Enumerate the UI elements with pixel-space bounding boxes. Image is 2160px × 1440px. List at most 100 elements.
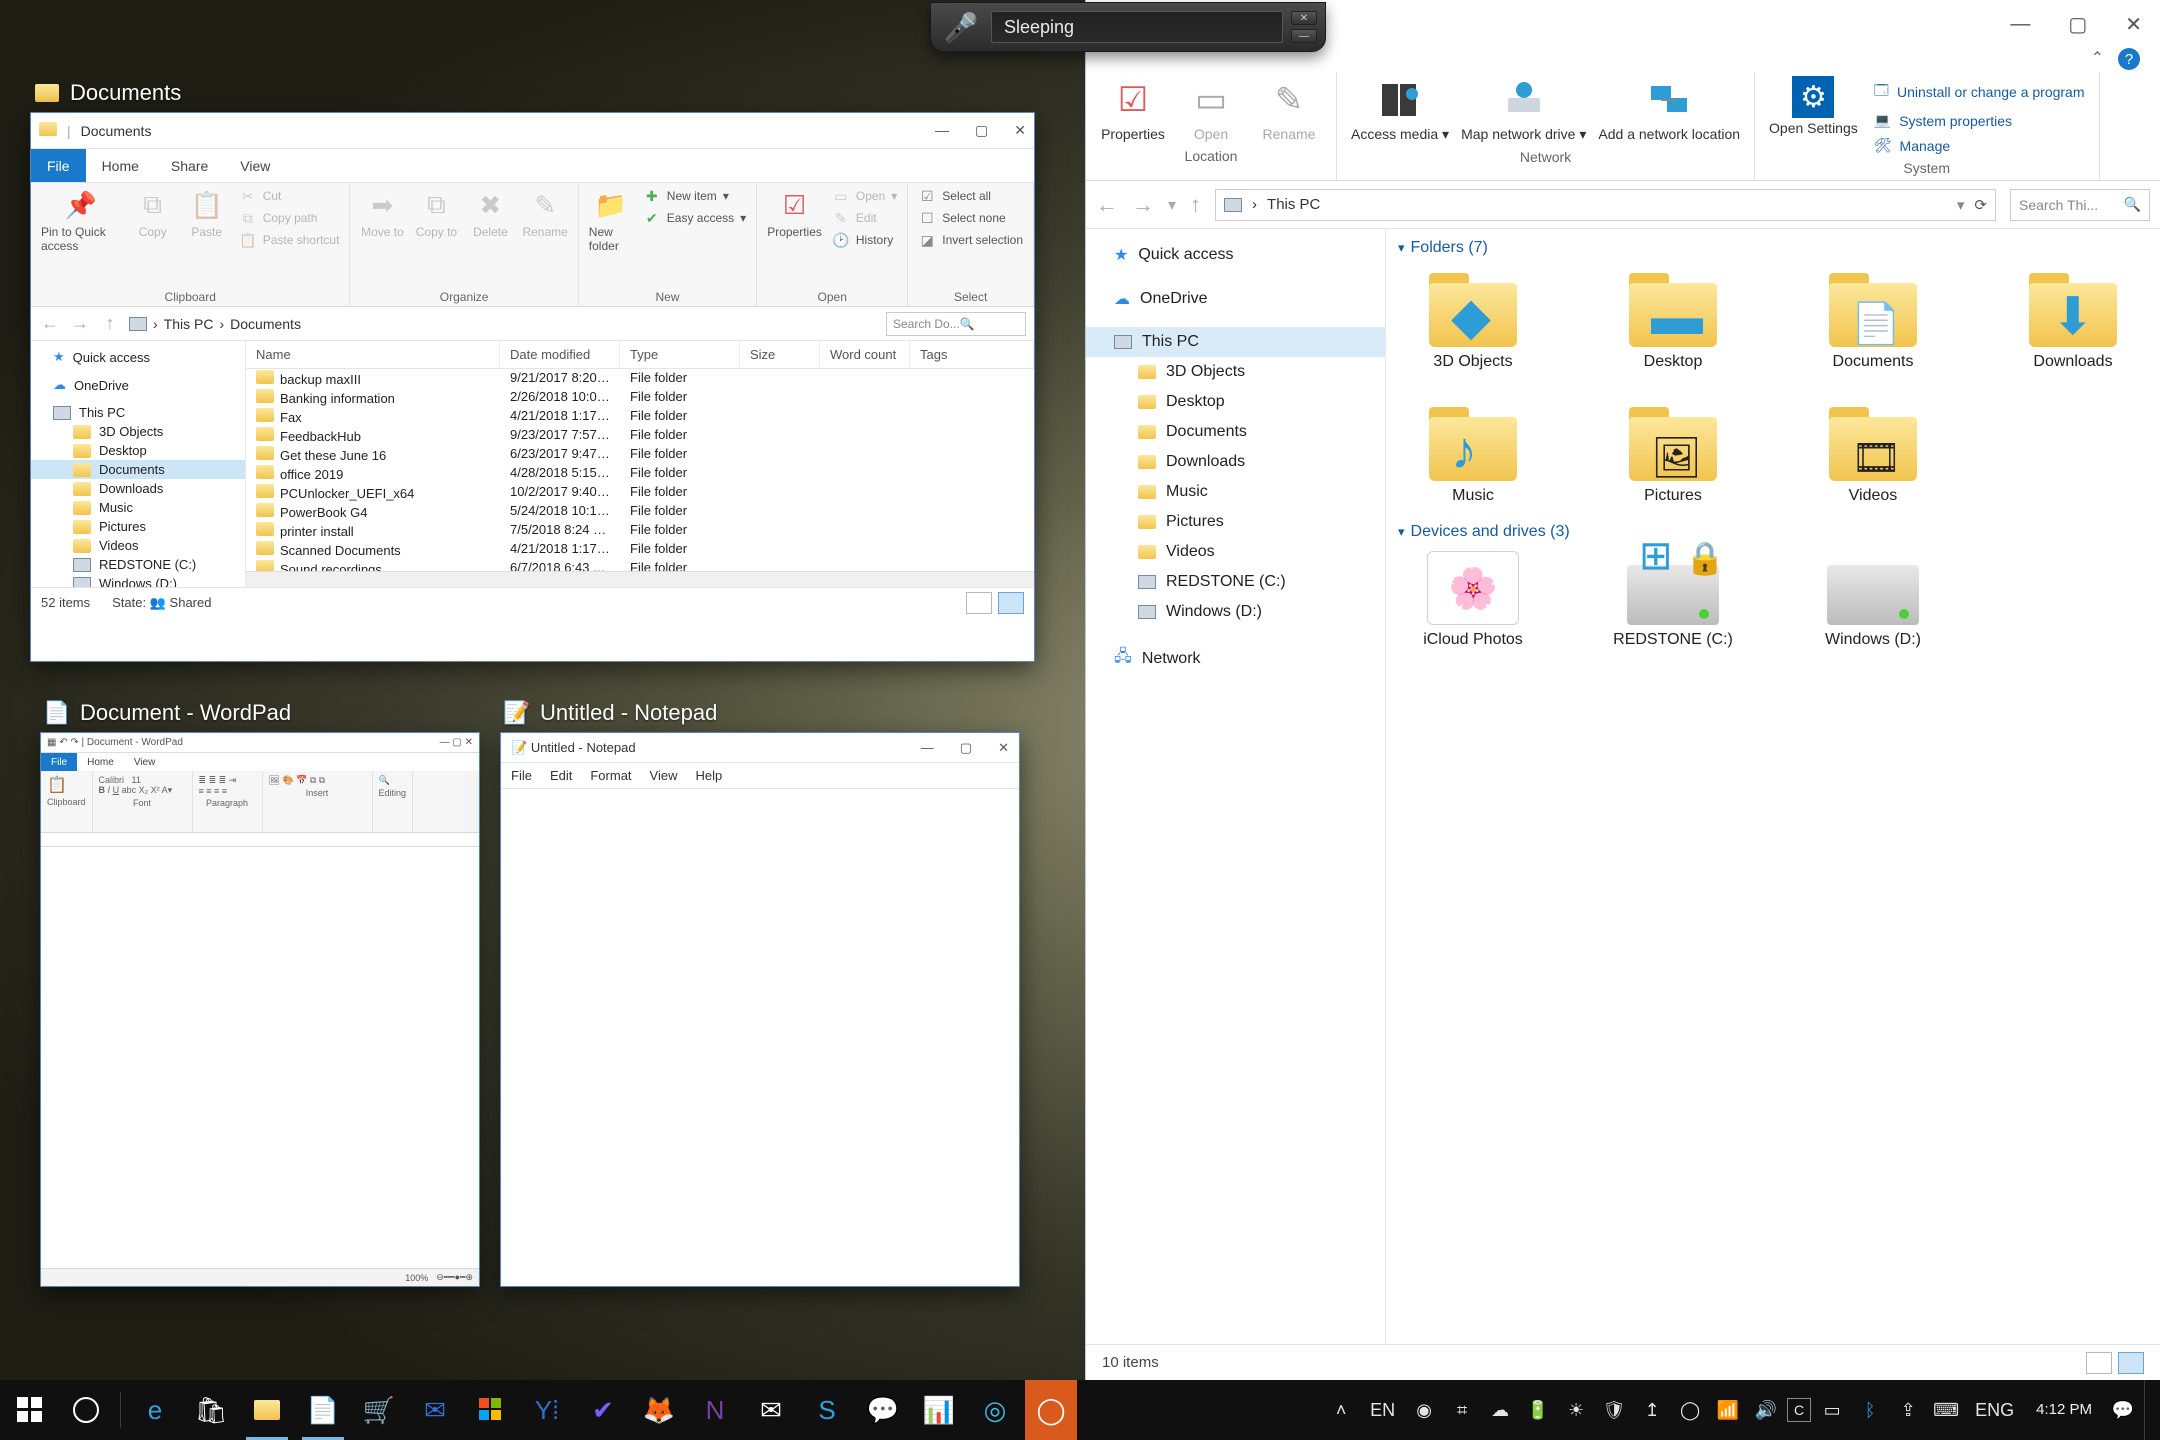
file-row[interactable]: office 20194/28/2018 5:15 PMFile folder xyxy=(246,464,1034,483)
select-none-button[interactable]: ☐Select none xyxy=(918,209,1023,227)
notepad-body[interactable] xyxy=(501,789,1019,1286)
tray-lang-fly[interactable]: ENG xyxy=(1967,1380,2022,1440)
col-tags[interactable]: Tags xyxy=(910,341,1034,368)
nav-quick[interactable]: Quick access xyxy=(73,350,150,365)
properties-button[interactable]: ☑Properties xyxy=(1100,76,1166,142)
folder-documents[interactable]: 📄Documents xyxy=(1798,267,1948,371)
menu-edit[interactable]: Edit xyxy=(550,768,572,783)
taskbar-app1[interactable]: 📊 xyxy=(913,1380,965,1440)
taskbar-yammer[interactable]: Y⁞ xyxy=(521,1380,573,1440)
pin-quick-access-button[interactable]: 📌Pin to Quick access xyxy=(41,187,121,253)
speech-recognition-widget[interactable]: 🎤 Sleeping ✕ — xyxy=(930,2,1326,52)
folder-desktop[interactable]: ▬Desktop xyxy=(1598,267,1748,371)
view-large-button[interactable] xyxy=(998,592,1024,614)
cortana-button[interactable] xyxy=(60,1380,112,1440)
nav-videos[interactable]: Videos xyxy=(99,538,139,553)
nav-pictures[interactable]: Pictures xyxy=(1166,513,1224,531)
map-network-drive-button[interactable]: Map network drive ▾ xyxy=(1461,76,1586,143)
taskview-notepad[interactable]: 📝 Untitled - Notepad 📝 Untitled - Notepa… xyxy=(500,700,1020,1287)
nav-forward-icon[interactable]: → xyxy=(1132,192,1154,218)
folders-section-header[interactable]: ▾Folders (7) xyxy=(1398,239,2148,257)
file-row[interactable]: Banking information2/26/2018 10:09 AMFil… xyxy=(246,388,1034,407)
nav-windowsd[interactable]: Windows (D:) xyxy=(1166,603,1262,621)
copy-button[interactable]: ⧉Copy xyxy=(131,187,175,239)
minimize-icon[interactable]: — xyxy=(2010,13,2030,36)
history-button[interactable]: 🕑History xyxy=(832,231,897,249)
view-details-button[interactable] xyxy=(2086,1352,2112,1374)
nav-desktop[interactable]: Desktop xyxy=(99,443,147,458)
nav-quick[interactable]: Quick access xyxy=(1138,246,1233,264)
taskbar[interactable]: e 🛍 📄 🛒 ✉ Y⁞ ✔ 🦊 N ✉ S 💬 📊 ◎ ◯ ˄ EN ◉ ⌗ … xyxy=(0,1380,2160,1440)
file-row[interactable]: Sound recordings6/7/2018 6:43 AMFile fol… xyxy=(246,559,1034,571)
speech-minimize-icon[interactable]: — xyxy=(1291,29,1317,43)
file-list[interactable]: backup maxIII9/21/2017 8:20 AMFile folde… xyxy=(246,369,1034,571)
nav-desktop[interactable]: Desktop xyxy=(1166,393,1225,411)
taskbar-clock[interactable]: 4:12 PM xyxy=(2026,1401,2102,1419)
tray-defender-icon[interactable]: 🛡 xyxy=(1597,1380,1631,1440)
tab-share[interactable]: Share xyxy=(155,149,224,182)
tray-onedrive-icon[interactable]: ☁ xyxy=(1483,1380,1517,1440)
nav-downloads[interactable]: Downloads xyxy=(1166,453,1245,471)
taskbar-store2[interactable]: 🛒 xyxy=(353,1380,405,1440)
tray-c-icon[interactable]: C xyxy=(1787,1398,1811,1422)
taskbar-firefox[interactable]: 🦊 xyxy=(633,1380,685,1440)
nav-recent-icon[interactable]: ▾ xyxy=(1168,195,1176,215)
menu-view[interactable]: View xyxy=(650,768,678,783)
nav-back-icon[interactable]: ← xyxy=(39,313,61,334)
tray-cast-icon[interactable]: ▭ xyxy=(1815,1380,1849,1440)
column-headers[interactable]: Name Date modified Type Size Word count … xyxy=(246,341,1034,369)
wordpad-body[interactable] xyxy=(41,847,479,1268)
tray-app-icon[interactable]: ⌗ xyxy=(1445,1380,1479,1440)
tray-weather-icon[interactable]: ☀ xyxy=(1559,1380,1593,1440)
open-button[interactable]: ▭Open ▾ xyxy=(832,187,897,205)
nav-pictures[interactable]: Pictures xyxy=(99,519,146,534)
microphone-icon[interactable]: 🎤 xyxy=(931,5,991,49)
maximize-icon[interactable]: ▢ xyxy=(975,122,988,139)
documents-navpane[interactable]: ★Quick access ☁OneDrive This PC 3D Objec… xyxy=(31,341,246,587)
close-icon[interactable]: ✕ xyxy=(2125,12,2142,37)
close-icon[interactable]: ✕ xyxy=(1014,122,1026,139)
access-media-button[interactable]: Access media ▾ xyxy=(1351,76,1449,143)
file-row[interactable]: Fax4/21/2018 1:17 PMFile folder xyxy=(246,407,1034,426)
action-center-icon[interactable]: 💬 xyxy=(2106,1380,2140,1440)
show-desktop-button[interactable] xyxy=(2144,1380,2154,1440)
explorer-main[interactable]: ▾Folders (7) ◆3D Objects ▬Desktop 📄Docum… xyxy=(1386,229,2160,1344)
system-properties-link[interactable]: 💻System properties xyxy=(1874,112,2085,129)
drive-redstone-c[interactable]: ⊞🔒REDSTONE (C:) xyxy=(1598,551,1748,649)
tray-volume-icon[interactable]: 🔊 xyxy=(1749,1380,1783,1440)
easy-access-button[interactable]: ✔Easy access ▾ xyxy=(643,209,746,227)
taskbar-explorer[interactable] xyxy=(241,1380,293,1440)
tray-wifi-icon[interactable]: 📶 xyxy=(1711,1380,1745,1440)
uninstall-link[interactable]: 🗔Uninstall or change a program xyxy=(1874,80,2085,104)
properties-button[interactable]: ☑Properties xyxy=(767,187,822,239)
nav-downloads[interactable]: Downloads xyxy=(99,481,163,496)
file-row[interactable]: PCUnlocker_UEFI_x6410/2/2017 9:40 AMFile… xyxy=(246,483,1034,502)
crumb-thispc[interactable]: This PC xyxy=(164,316,214,332)
new-item-button[interactable]: ✚New item ▾ xyxy=(643,187,746,205)
nav-3d[interactable]: 3D Objects xyxy=(99,424,163,439)
tray-location-icon[interactable]: ◉ xyxy=(1407,1380,1441,1440)
refresh-icon[interactable]: ⟳ xyxy=(1974,196,1987,214)
nav-documents[interactable]: Documents xyxy=(1166,423,1247,441)
minimize-icon[interactable]: — xyxy=(935,122,949,139)
folder-pictures[interactable]: 🖼Pictures xyxy=(1598,401,1748,505)
menu-help[interactable]: Help xyxy=(695,768,722,783)
tab-home[interactable]: Home xyxy=(77,753,124,771)
speech-close-icon[interactable]: ✕ xyxy=(1291,11,1317,25)
crumb-documents[interactable]: Documents xyxy=(230,316,301,332)
tray-keyboard-icon[interactable]: ⌨ xyxy=(1929,1380,1963,1440)
taskbar-skype[interactable]: S xyxy=(801,1380,853,1440)
tray-bluetooth-icon[interactable]: ᛒ xyxy=(1853,1380,1887,1440)
delete-button[interactable]: ✖Delete xyxy=(468,187,512,239)
taskview-wordpad[interactable]: 📄 Document - WordPad ▦ ↶ ↷ | Document - … xyxy=(40,700,480,1287)
menu-format[interactable]: Format xyxy=(590,768,631,783)
nav-thispc[interactable]: This PC xyxy=(79,405,125,420)
nav-3d[interactable]: 3D Objects xyxy=(1166,363,1245,381)
file-row[interactable]: backup maxIII9/21/2017 8:20 AMFile folde… xyxy=(246,369,1034,388)
cut-button[interactable]: ✂Cut xyxy=(239,187,340,205)
scrollbar-horizontal[interactable] xyxy=(246,571,1034,587)
tray-up-icon[interactable]: ↥ xyxy=(1635,1380,1669,1440)
drives-section-header[interactable]: ▾Devices and drives (3) xyxy=(1398,523,2148,541)
col-size[interactable]: Size xyxy=(740,341,820,368)
search-input[interactable]: Search Do... 🔍 xyxy=(886,312,1026,336)
